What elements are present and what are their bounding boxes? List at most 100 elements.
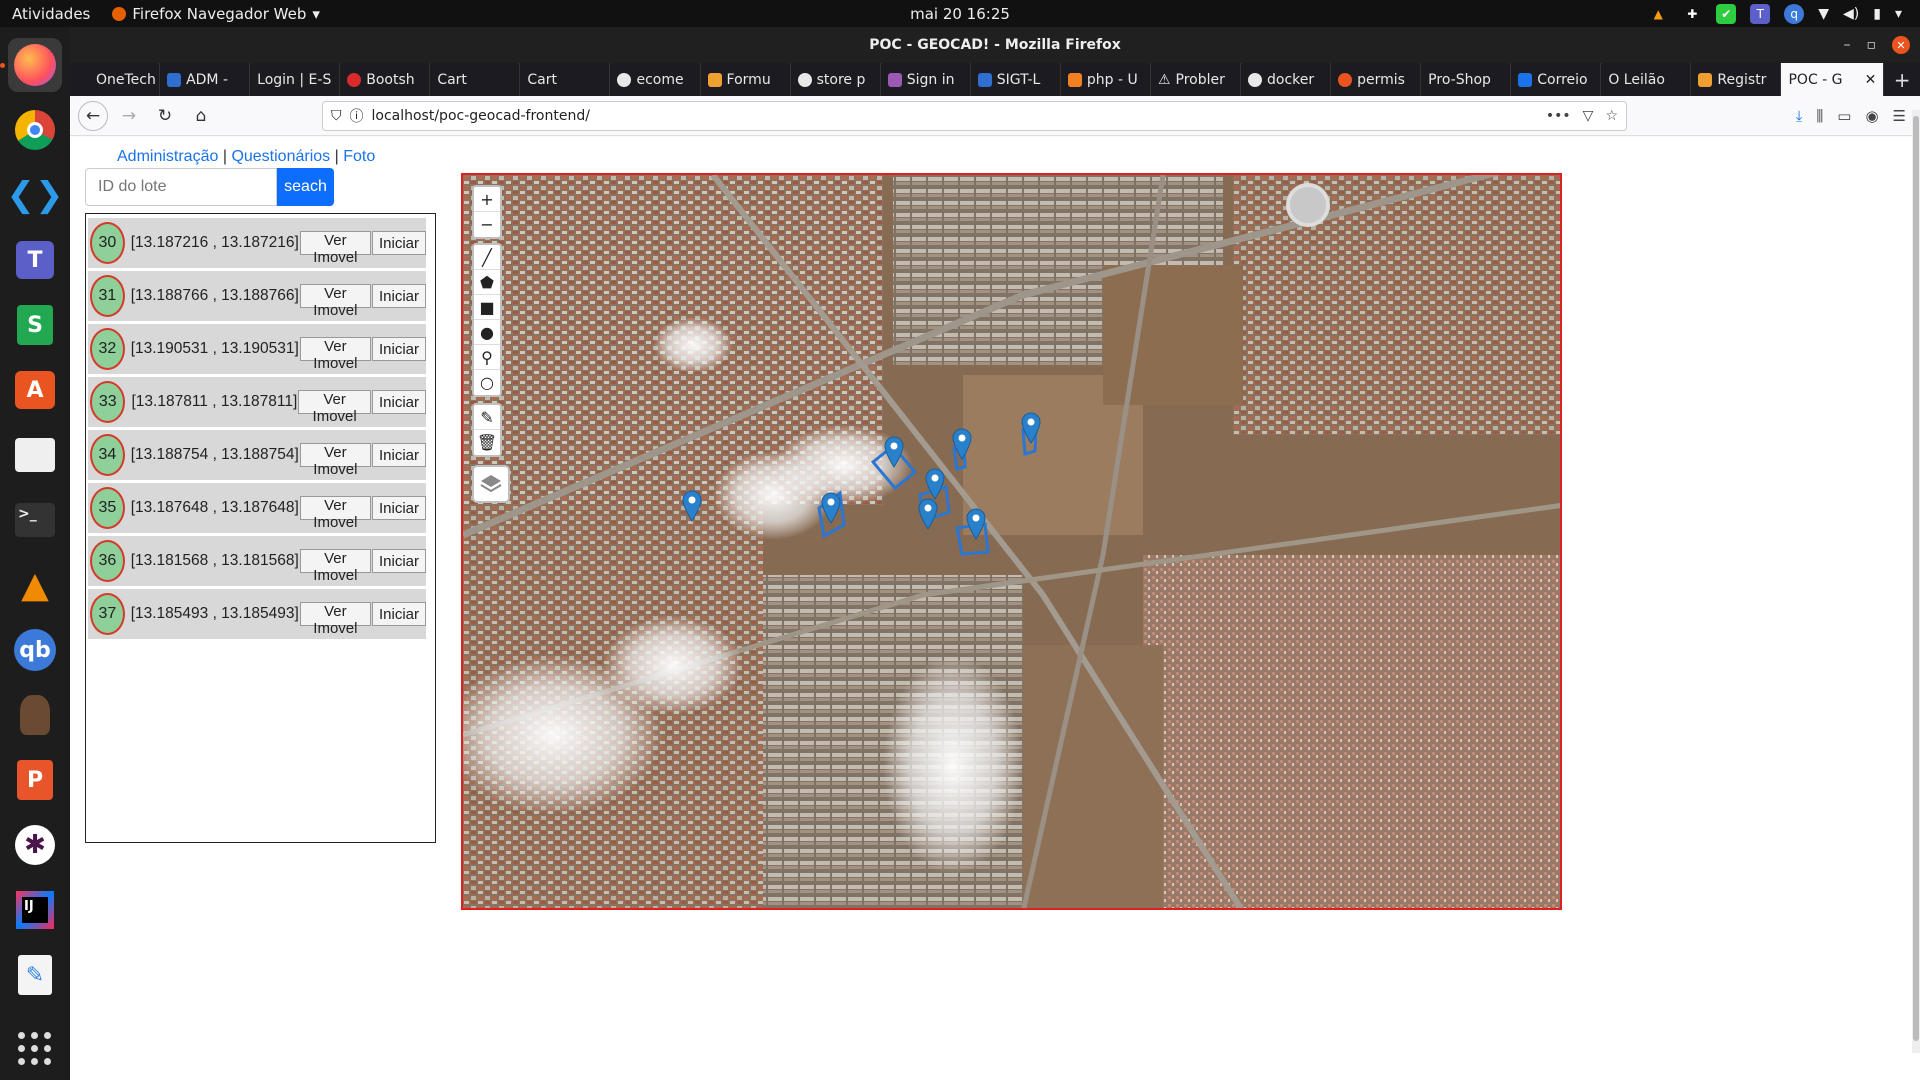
close-window-button[interactable]: ✕ bbox=[1892, 36, 1910, 54]
browser-tab[interactable]: Login | E-S bbox=[250, 63, 341, 96]
dock-files-icon[interactable] bbox=[8, 428, 62, 482]
zoom-out-button[interactable]: − bbox=[474, 212, 500, 237]
dock-spreadsheet-icon[interactable]: S bbox=[8, 298, 62, 352]
account-icon[interactable]: ◉ bbox=[1865, 107, 1878, 125]
browser-tab-active[interactable]: POC - G ✕ bbox=[1781, 63, 1885, 96]
foto-link[interactable]: Foto bbox=[343, 148, 375, 165]
slack-tray-icon[interactable]: ✚ bbox=[1682, 4, 1702, 24]
green-tray-icon[interactable]: ✔ bbox=[1716, 3, 1737, 24]
map-marker[interactable] bbox=[1021, 412, 1041, 444]
ver-imovel-button[interactable]: Ver Imovel bbox=[299, 602, 371, 637]
draw-marker-icon[interactable]: ⚲ bbox=[474, 345, 500, 370]
iniciar-button[interactable]: Iniciar bbox=[371, 549, 426, 573]
map-marker[interactable] bbox=[884, 436, 904, 468]
iniciar-button[interactable]: Iniciar bbox=[371, 337, 426, 361]
iniciar-button[interactable]: Iniciar bbox=[371, 496, 426, 520]
search-button[interactable]: seach bbox=[277, 168, 334, 206]
pocket-icon[interactable]: ▽ bbox=[1583, 108, 1594, 124]
app-menu[interactable]: Firefox Navegador Web ▾ bbox=[112, 5, 320, 23]
lote-id-input[interactable] bbox=[85, 168, 277, 206]
map-marker[interactable] bbox=[821, 492, 841, 524]
url-bar[interactable]: ⛉ ⓘ localhost/poc-geocad-frontend/ ••• ▽… bbox=[322, 100, 1627, 131]
lote-list[interactable]: 30 [13.187216 , 13.187216] Ver Imovel In… bbox=[85, 213, 436, 843]
map-marker[interactable] bbox=[952, 428, 972, 460]
admin-link[interactable]: Administração bbox=[117, 148, 218, 165]
iniciar-button[interactable]: Iniciar bbox=[371, 443, 426, 467]
map-marker[interactable] bbox=[925, 468, 945, 500]
satellite-map[interactable]: + − ╱ ⬟ ■ ● ⚲ ○ ✎ 🗑 bbox=[461, 173, 1562, 910]
browser-tab[interactable]: SIGT-L bbox=[971, 63, 1061, 96]
dock-firefox-icon[interactable] bbox=[0, 38, 62, 92]
scrollbar-thumb[interactable] bbox=[1913, 116, 1919, 1041]
dock-teams-icon[interactable]: T bbox=[8, 233, 62, 287]
ver-imovel-button[interactable]: Ver Imovel bbox=[299, 549, 371, 584]
browser-tab[interactable]: Registr bbox=[1691, 63, 1782, 96]
browser-tab[interactable]: Sign in bbox=[881, 63, 971, 96]
dock-intellij-icon[interactable]: IJ bbox=[8, 883, 62, 937]
edit-layers-icon[interactable]: ✎ bbox=[474, 405, 500, 430]
browser-tab[interactable]: docker bbox=[1241, 63, 1332, 96]
dock-terminal-icon[interactable]: >_ bbox=[8, 493, 62, 547]
wifi-icon[interactable]: ▼ bbox=[1818, 6, 1829, 22]
info-icon[interactable]: ⓘ bbox=[350, 106, 364, 126]
minimize-icon[interactable]: – bbox=[1844, 37, 1851, 53]
teams-tray-icon[interactable]: T bbox=[1750, 3, 1771, 24]
questionarios-link[interactable]: Questionários bbox=[231, 148, 330, 165]
browser-tab[interactable]: Formu bbox=[701, 63, 791, 96]
browser-tab[interactable]: Correio bbox=[1511, 63, 1602, 96]
draw-circlemarker-icon[interactable]: ○ bbox=[474, 370, 500, 395]
new-tab-button[interactable]: + bbox=[1884, 63, 1920, 96]
dock-presentation-icon[interactable]: P bbox=[8, 753, 62, 807]
maximize-icon[interactable]: ▫ bbox=[1867, 37, 1877, 53]
page-scrollbar[interactable] bbox=[1912, 110, 1920, 1053]
browser-tab[interactable]: store p bbox=[791, 63, 881, 96]
dock-vlc-icon[interactable]: ▲ bbox=[8, 558, 62, 612]
browser-tab[interactable]: Cart bbox=[430, 63, 521, 96]
url-text[interactable]: localhost/poc-geocad-frontend/ bbox=[372, 108, 1538, 124]
vlc-tray-icon[interactable]: ▲ bbox=[1648, 4, 1668, 24]
reload-button[interactable]: ↻ bbox=[150, 101, 180, 131]
map-marker[interactable] bbox=[966, 508, 986, 540]
dock-text-editor-icon[interactable]: ✎ bbox=[8, 948, 62, 1002]
dock-qbittorrent-icon[interactable]: qb bbox=[8, 623, 62, 677]
draw-circle-icon[interactable]: ● bbox=[474, 320, 500, 345]
menu-icon[interactable]: ☰ bbox=[1893, 107, 1906, 125]
browser-tab[interactable]: O Leilão bbox=[1601, 63, 1692, 96]
close-tab-icon[interactable]: ✕ bbox=[1865, 72, 1877, 88]
delete-layers-icon[interactable]: 🗑 bbox=[474, 430, 500, 455]
window-titlebar[interactable]: POC - GEOCAD! - Mozilla Firefox – ▫ ✕ bbox=[70, 27, 1920, 63]
layers-control-icon[interactable] bbox=[472, 465, 510, 503]
library-icon[interactable]: ⫼ bbox=[1816, 107, 1823, 125]
dock-slack-icon[interactable]: ✱ bbox=[8, 818, 62, 872]
browser-tab[interactable]: ADM - bbox=[160, 63, 251, 96]
browser-tab[interactable]: Pro-Shop bbox=[1421, 63, 1512, 96]
draw-rectangle-icon[interactable]: ■ bbox=[474, 295, 500, 320]
iniciar-button[interactable]: Iniciar bbox=[371, 602, 426, 626]
dock-vscode-icon[interactable]: ❮❯ bbox=[7, 168, 64, 222]
iniciar-button[interactable]: Iniciar bbox=[371, 231, 426, 255]
show-applications-icon[interactable] bbox=[18, 1032, 52, 1066]
activities-button[interactable]: Atividades bbox=[12, 5, 90, 23]
browser-tab[interactable]: Cart bbox=[520, 63, 611, 96]
ver-imovel-button[interactable]: Ver Imovel bbox=[299, 284, 371, 319]
shield-icon[interactable]: ⛉ bbox=[331, 108, 342, 124]
home-button[interactable]: ⌂ bbox=[186, 101, 216, 131]
clock[interactable]: mai 20 16:25 bbox=[910, 5, 1010, 23]
browser-tab[interactable]: php - U bbox=[1061, 63, 1151, 96]
browser-tab[interactable]: Bootsh bbox=[340, 63, 431, 96]
browser-tab[interactable]: OneTech bbox=[70, 63, 161, 96]
map-marker[interactable] bbox=[682, 490, 702, 522]
system-tray[interactable]: ▲ ✚ ✔ T q ▼ ◀) ▮ ▾ bbox=[1648, 3, 1902, 24]
ver-imovel-button[interactable]: Ver Imovel bbox=[299, 496, 371, 531]
back-button[interactable]: ← bbox=[78, 100, 108, 131]
browser-tab[interactable]: permis bbox=[1331, 63, 1422, 96]
map-marker[interactable] bbox=[918, 498, 938, 530]
downloads-icon[interactable]: ⤓ bbox=[1796, 107, 1803, 125]
page-actions-icon[interactable]: ••• bbox=[1546, 108, 1571, 124]
sidebar-icon[interactable]: ▭ bbox=[1837, 107, 1851, 125]
volume-icon[interactable]: ◀) bbox=[1843, 6, 1859, 22]
ver-imovel-button[interactable]: Ver Imovel bbox=[299, 337, 371, 372]
dock-dbeaver-icon[interactable] bbox=[8, 688, 62, 742]
ver-imovel-button[interactable]: Ver Imovel bbox=[299, 443, 371, 478]
forward-button[interactable]: → bbox=[114, 101, 144, 131]
